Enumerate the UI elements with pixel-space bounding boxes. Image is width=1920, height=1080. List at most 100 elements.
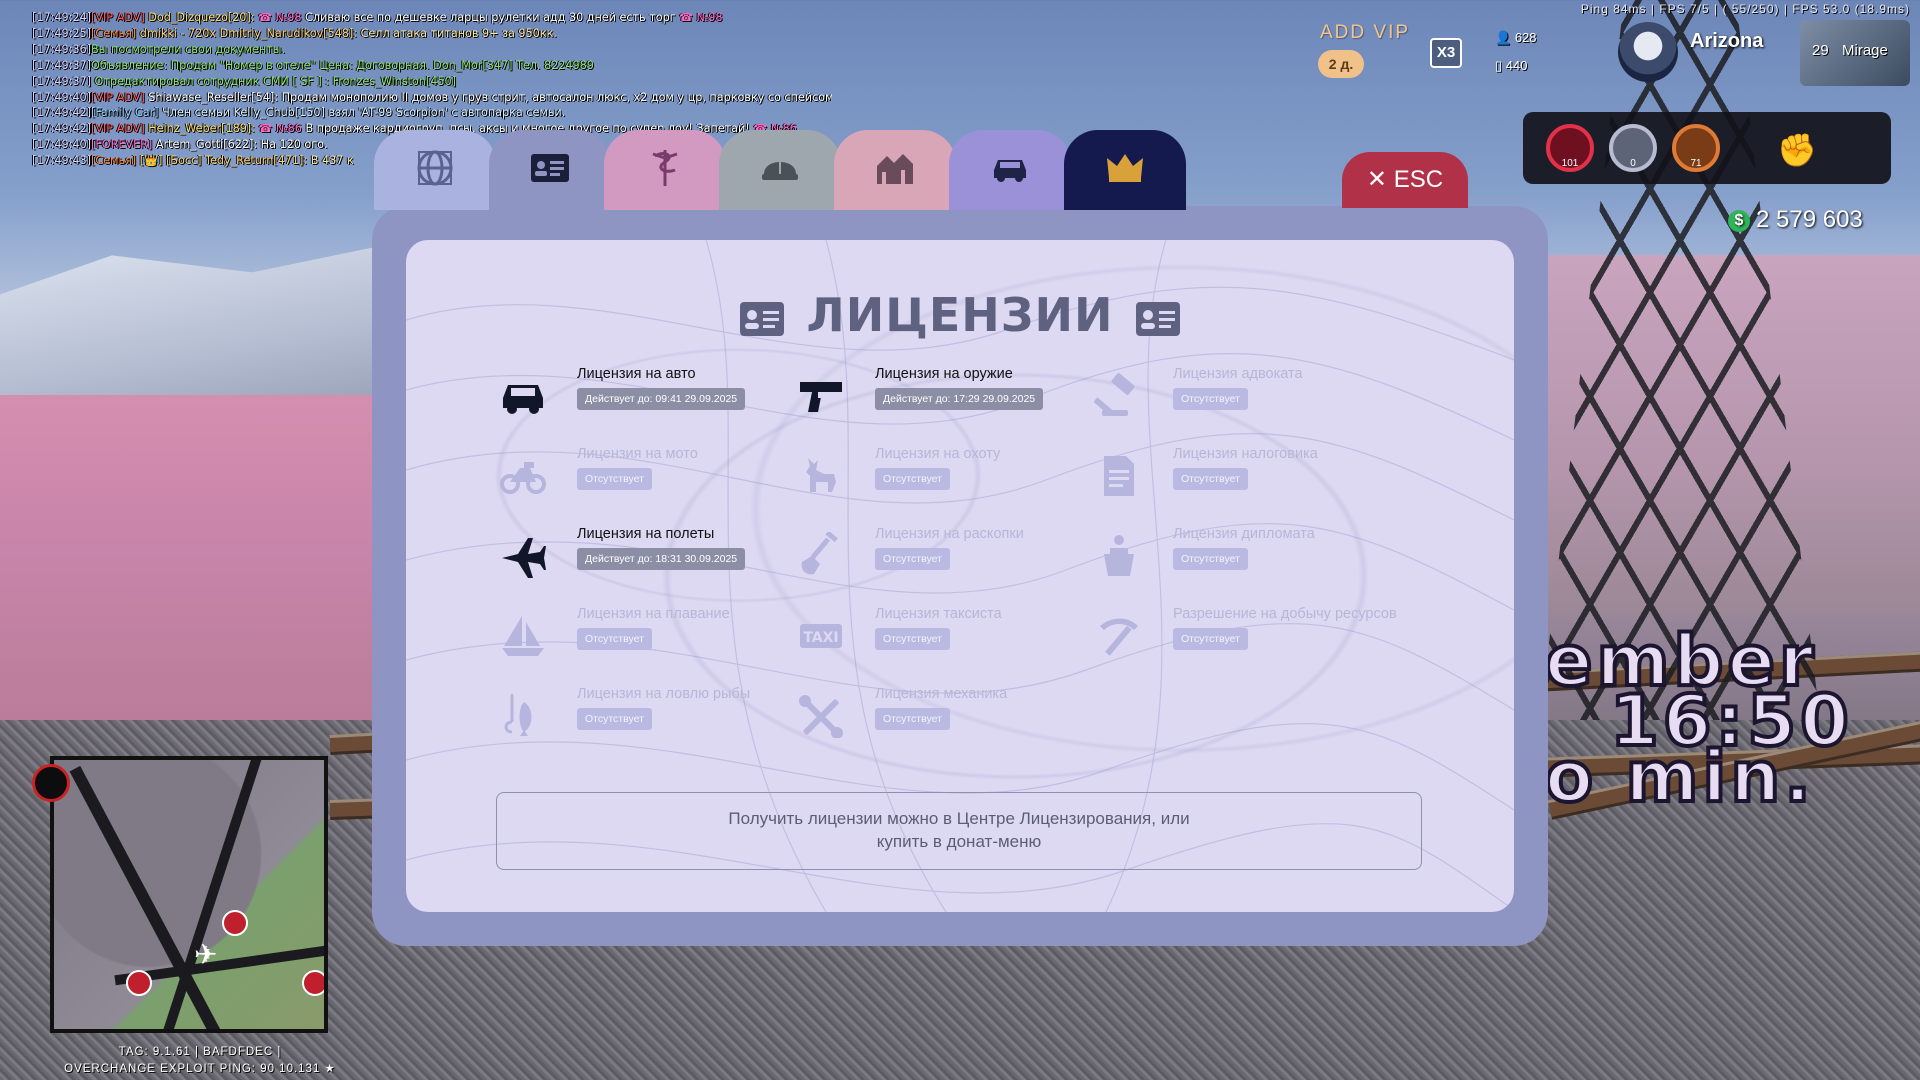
chat-text: Shiawase_Reseller[54]: Продам монополию … [144, 90, 832, 104]
money-value: 2 579 603 [1756, 206, 1863, 233]
license-name: Лицензия на плавание [577, 606, 730, 622]
chat-text: [Семья] [90, 154, 137, 168]
armor-indicator: 0 [1609, 124, 1657, 172]
info-box: Получить лицензии можно в Центре Лицензи… [496, 792, 1422, 870]
ticket-icon: ▯ [1495, 58, 1503, 73]
id-card-icon [739, 301, 784, 336]
license-name: Лицензия на полеты [577, 526, 715, 542]
server-chip: 29 Mirage [1800, 20, 1910, 86]
performance-stats: Ping 84ms | FPS 7/5 | ( 55/250) | FPS 53… [1580, 2, 1910, 16]
avatar [1618, 22, 1678, 82]
chat-text: [FOREVER] [90, 138, 153, 152]
car-icon [994, 160, 1026, 182]
esc-label: ESC [1393, 166, 1444, 193]
online-count: 👤 628 [1495, 30, 1537, 46]
license-item: Лицензия на мото Отсутствует [496, 446, 786, 506]
moto-icon [496, 450, 550, 500]
podium-icon [1092, 530, 1146, 580]
license-status-badge: Отсутствует [875, 468, 950, 490]
license-name: Лицензия на оружие [875, 366, 1013, 382]
chat-line: [17:49:36]Вы посмотрели свои документы. [32, 42, 832, 58]
chat-timestamp: [17:49:40] [32, 90, 91, 104]
chat-text: [VIP ADV] [90, 122, 145, 136]
title-text: ЛИЦЕНЗИИ [806, 288, 1114, 342]
id-card-icon [1136, 301, 1181, 336]
chat-text: Сливаю все по дешевке ларцы рулетки адд … [301, 11, 680, 24]
tab-medical[interactable] [604, 130, 726, 210]
license-item: Лицензия дипломата Отсутствует [1092, 526, 1382, 586]
health-value: 101 [1561, 158, 1579, 169]
esc-close-button[interactable]: ✕ ESC [1342, 152, 1468, 208]
big-min-text: o min. [1543, 734, 1815, 820]
license-status-badge: Действует до: 09:41 29.09.2025 [577, 388, 746, 410]
chat-line: [17:49:40][VIP ADV] Shiawase_Reseller[54… [32, 90, 832, 106]
tab-donate[interactable] [1064, 130, 1186, 210]
license-name: Лицензия таксиста [875, 606, 1002, 622]
license-status-badge: Отсутствует [875, 628, 950, 650]
server-name: Mirage [1842, 42, 1888, 59]
tab-property[interactable] [834, 130, 956, 210]
chat-timestamp: [17:49:37] [32, 74, 91, 88]
online-count-secondary: ▯ 440 [1495, 58, 1527, 74]
license-name: Разрешение на добычу ресурсов [1173, 606, 1397, 622]
hunger-value: 71 [1690, 158, 1702, 169]
license-status-badge: Отсутствует [1173, 388, 1248, 410]
tab-licenses[interactable] [489, 130, 611, 210]
minimap-house-marker [222, 910, 248, 936]
chat-text: ☎ №86 [258, 122, 302, 136]
chat-text: dmikki - 720x Dmitriy_Narudikov[548]: [136, 26, 361, 40]
id-card-icon [531, 154, 569, 182]
fist-weapon-icon: ✊ [1777, 132, 1817, 168]
license-name: Лицензия на ловлю рыбы [577, 686, 751, 702]
tab-army[interactable] [719, 130, 841, 210]
houses-icon [877, 154, 913, 184]
tab-passport[interactable] [374, 130, 496, 210]
gavel-icon [1092, 370, 1146, 420]
plane-icon [496, 530, 550, 580]
chat-line: [17:49:37]Объявление: Продам "Номер в от… [32, 58, 832, 74]
chat-text: [Family Car] [90, 106, 159, 120]
compass-icon [32, 764, 70, 802]
armor-value: 0 [1630, 158, 1636, 169]
player-icon: 👤 [1495, 30, 1512, 45]
minimap-tag-line: TAG: 9.1.61 | BAFDFDEC | [118, 1046, 282, 1058]
chat-line: [17:49:24][VIP ADV] Dod_Dizquezo[20]: ☎ … [32, 10, 832, 26]
chat-text: Отредактировал сотрудник СМИ [ SF ] : Fr… [90, 74, 456, 88]
chat-timestamp: [17:49:24] [32, 11, 91, 24]
license-name: Лицензия на раскопки [875, 526, 1024, 542]
license-name: Лицензия на мото [577, 446, 698, 462]
deer-icon [794, 450, 848, 500]
multiplier-badge: X3 [1430, 38, 1462, 68]
license-item: Лицензия на авто Действует до: 09:41 29.0… [496, 366, 786, 426]
license-item: Лицензия на охоту Отсутствует [794, 446, 1084, 506]
chat-line: [17:49:42][Family Car] Член семьи Kelly_… [32, 105, 832, 121]
add-vip-button[interactable]: ADD VIP [1320, 22, 1410, 44]
license-item: Лицензия налоговика Отсутствует [1092, 446, 1382, 506]
license-item: Лицензия адвоката Отсутствует [1092, 366, 1382, 426]
license-item: Лицензия на раскопки Отсутствует [794, 526, 1084, 586]
online-players-value: 628 [1514, 30, 1537, 45]
close-icon: ✕ [1366, 166, 1388, 193]
license-status-badge: Отсутствует [577, 708, 652, 730]
license-name: Лицензия на авто [577, 366, 696, 382]
license-item: Лицензия на полеты Действует до: 18:31 30… [496, 526, 786, 586]
chat-timestamp: [17:49:40] [32, 138, 91, 152]
chat-text: [👑] [Босс] Tedy_Return[471]: [136, 154, 311, 168]
player-name: Arizona [1690, 30, 1764, 52]
shovel-icon [794, 530, 848, 580]
tab-vehicles[interactable] [949, 130, 1071, 210]
license-status-badge: Отсутствует [1173, 548, 1248, 570]
license-name: Лицензия дипломата [1173, 526, 1315, 542]
chat-timestamp: [17:49:42] [32, 122, 91, 136]
chat-text: [Семья] [90, 26, 137, 40]
dollar-icon: $ [1728, 210, 1750, 232]
hunger-indicator: 71 [1672, 124, 1720, 172]
chat-timestamp: [17:49:43] [32, 154, 91, 168]
license-status-badge: Отсутствует [1173, 468, 1248, 490]
chat-text: ☎ №98 [679, 11, 723, 24]
power-tower [1540, 0, 1820, 720]
pickaxe-icon [1092, 610, 1146, 660]
license-name: Лицензия адвоката [1173, 366, 1303, 382]
license-item: TAXI Лицензия таксиста Отсутствует [794, 606, 1084, 666]
chat-text: Объявление: Продам "Номер в отеле" Цена:… [90, 58, 594, 72]
